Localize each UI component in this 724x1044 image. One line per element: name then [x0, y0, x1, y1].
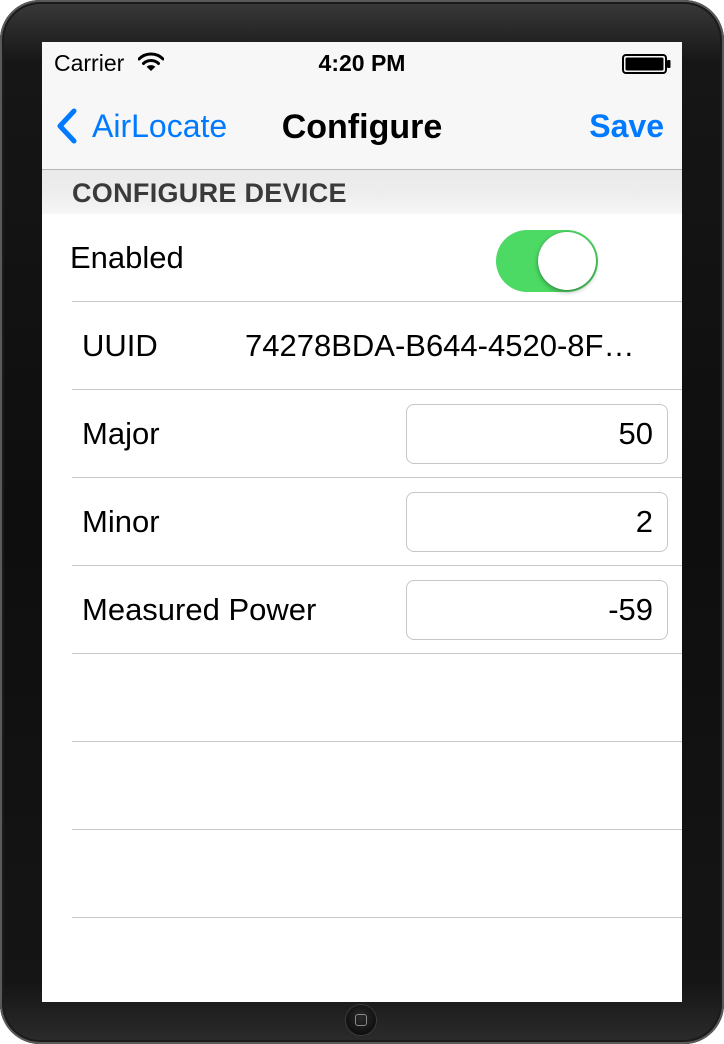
- ipad-device-frame: Carrier 4:20 PM AirLocate Configure Save…: [0, 0, 724, 1044]
- minor-field[interactable]: [406, 492, 668, 552]
- enabled-row: Enabled: [42, 214, 682, 302]
- minor-row: Minor: [42, 478, 682, 566]
- empty-row: [42, 742, 682, 830]
- toggle-knob: [538, 232, 596, 290]
- enabled-toggle[interactable]: [496, 230, 598, 292]
- status-time: 4:20 PM: [318, 50, 406, 76]
- minor-label: Minor: [82, 504, 160, 539]
- major-label: Major: [82, 416, 160, 451]
- section-header: CONFIGURE DEVICE: [42, 170, 682, 214]
- home-button-square-icon: [355, 1014, 367, 1026]
- uuid-row[interactable]: UUID 74278BDA-B644-4520-8F…: [42, 302, 682, 390]
- navigation-bar: AirLocate Configure Save: [42, 82, 682, 170]
- uuid-value: 74278BDA-B644-4520-8F…: [245, 328, 635, 363]
- section-title: CONFIGURE DEVICE: [72, 178, 347, 208]
- major-field[interactable]: [406, 404, 668, 464]
- battery-full-icon: [622, 54, 671, 74]
- screen: Carrier 4:20 PM AirLocate Configure Save…: [42, 42, 682, 1002]
- uuid-label: UUID: [82, 328, 158, 363]
- enabled-label: Enabled: [70, 240, 184, 275]
- status-bar: Carrier 4:20 PM: [42, 42, 682, 82]
- major-row: Major: [42, 390, 682, 478]
- measured-power-row: Measured Power: [42, 566, 682, 654]
- row-separator: [72, 917, 682, 918]
- measured-power-label: Measured Power: [82, 592, 317, 627]
- home-button[interactable]: [346, 1005, 376, 1035]
- empty-row: [42, 830, 682, 918]
- top-bar: Carrier 4:20 PM AirLocate Configure Save: [42, 42, 682, 170]
- save-button[interactable]: Save: [589, 108, 664, 145]
- page-title: Configure: [281, 108, 443, 146]
- empty-row: [42, 654, 682, 742]
- measured-power-field[interactable]: [406, 580, 668, 640]
